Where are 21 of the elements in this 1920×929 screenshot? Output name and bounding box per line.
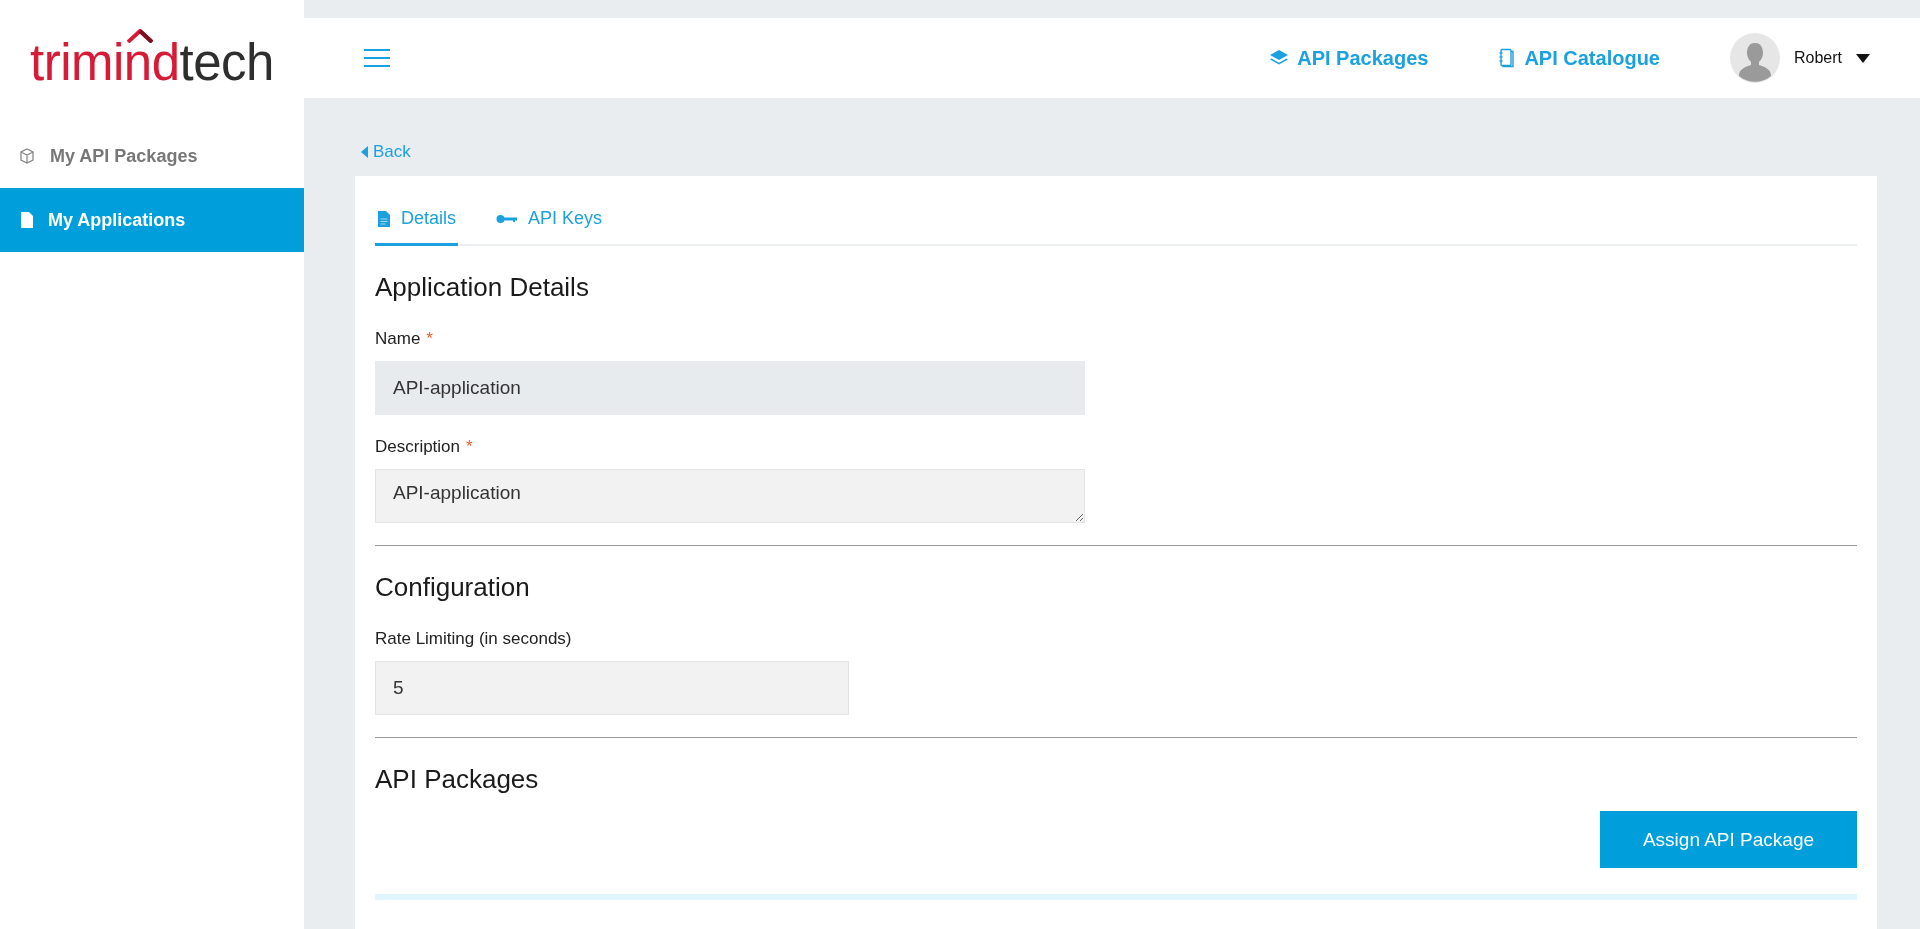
field-label: Rate Limiting (in seconds): [375, 629, 573, 649]
input-field[interactable]: API-application: [375, 361, 1085, 415]
input-field[interactable]: 5: [375, 661, 849, 715]
section-heading: Application Details: [375, 272, 590, 303]
logo: trimindtech: [30, 32, 274, 92]
user-name[interactable]: Robert: [1793, 49, 1842, 67]
field-label: Description *: [375, 437, 474, 457]
section-heading: Configuration: [375, 572, 531, 603]
sidebar-item[interactable]: My API Packages: [0, 124, 304, 188]
sidebar-item[interactable]: My Applications: [0, 188, 304, 252]
assign-button[interactable]: Assign API Package: [1600, 811, 1857, 868]
tab[interactable]: API Keys: [494, 188, 605, 246]
nav-link[interactable]: API Packages: [1269, 46, 1429, 70]
required-mark: *: [426, 329, 433, 348]
required-mark: *: [466, 437, 473, 456]
tab[interactable]: Details: [375, 188, 459, 246]
nav-link[interactable]: API Catalogue: [1498, 46, 1660, 70]
back-link[interactable]: Back: [361, 142, 411, 162]
field-label: Name *: [375, 329, 434, 349]
description-field[interactable]: API-application: [375, 469, 1085, 523]
section-heading: API Packages: [375, 764, 540, 795]
